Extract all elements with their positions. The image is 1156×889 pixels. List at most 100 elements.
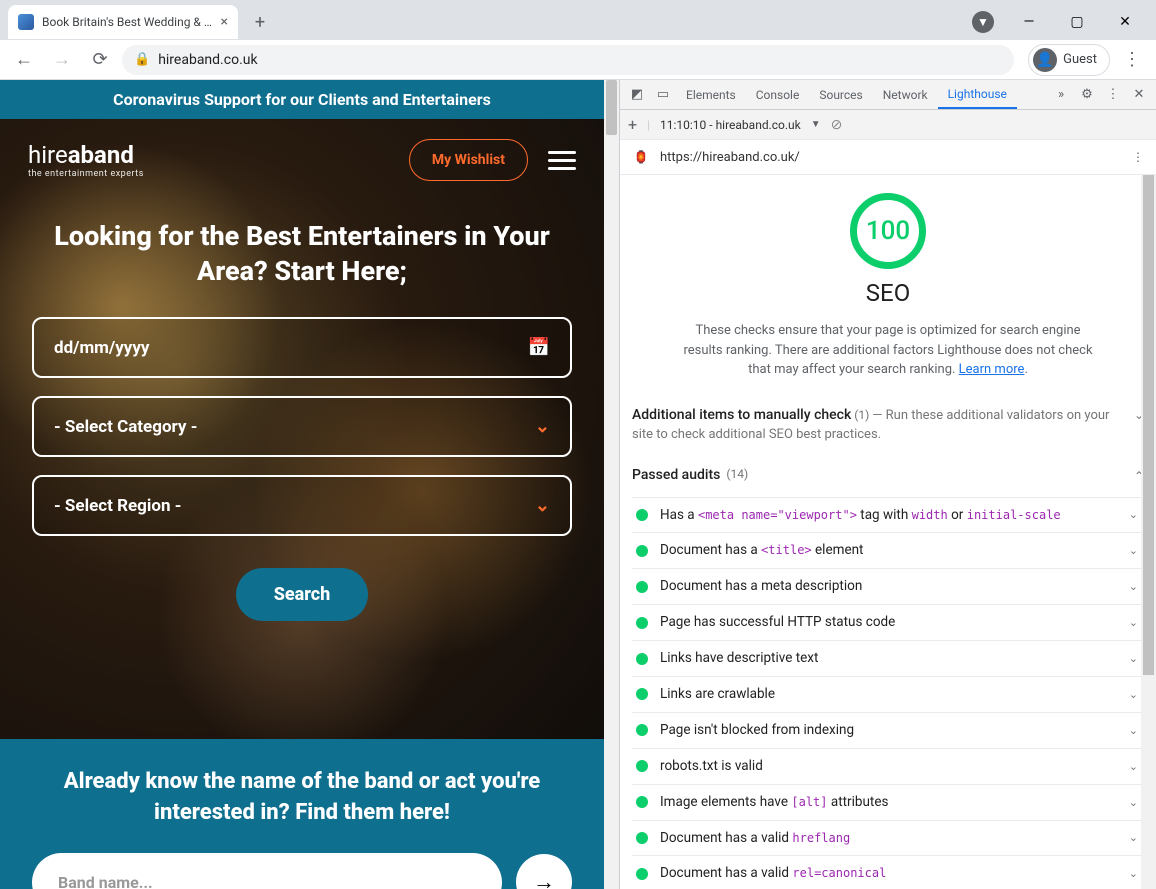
pass-dot-icon [636, 545, 648, 557]
score-category: SEO [632, 279, 1144, 307]
tab-network[interactable]: Network [873, 82, 938, 108]
chevron-down-icon: ⌄ [1129, 796, 1138, 809]
pass-dot-icon [636, 832, 648, 844]
learn-more-link[interactable]: Learn more [959, 362, 1025, 377]
devtools-scrollbar[interactable] [1141, 175, 1156, 889]
audit-item[interactable]: Links are crawlable ⌄ [632, 677, 1144, 713]
new-report-button[interactable]: + [628, 115, 637, 134]
chevron-down-icon[interactable]: ▼ [811, 119, 821, 130]
logo-text-2: aband [68, 141, 134, 169]
audit-text: Document has a valid rel=canonical [660, 864, 1117, 883]
tab-console[interactable]: Console [746, 82, 810, 108]
gear-icon[interactable]: ⚙ [1074, 87, 1100, 102]
audit-item[interactable]: Links have descriptive text ⌄ [632, 641, 1144, 677]
report-name[interactable]: 11:10:10 - hireaband.co.uk [660, 118, 801, 132]
chevron-down-icon: ⌄ [1129, 831, 1138, 844]
audit-item[interactable]: Page isn't blocked from indexing⌄ [632, 713, 1144, 749]
device-toggle-icon[interactable]: ▭ [650, 87, 676, 102]
browser-tab[interactable]: Book Britain's Best Wedding & P... × [8, 5, 238, 39]
audit-item[interactable]: Has a <meta name="viewport"> tag with wi… [632, 498, 1144, 534]
category-placeholder: - Select Category - [54, 417, 197, 437]
audit-text: Links are crawlable [660, 685, 1117, 704]
chevron-down-icon: ⌄ [1129, 688, 1138, 701]
devtools-close-icon[interactable]: ✕ [1126, 87, 1152, 102]
chevron-down-icon: ⌄ [1129, 760, 1138, 773]
chevron-down-icon: ⌄ [1129, 508, 1138, 521]
audit-text: Document has a <title> element [660, 541, 1117, 560]
scrollbar-thumb[interactable] [606, 80, 617, 135]
audit-item[interactable]: Document has a valid rel=canonical ⌄ [632, 856, 1144, 889]
chevron-down-icon: ⌄ [535, 495, 550, 516]
covid-banner[interactable]: Coronavirus Support for our Clients and … [0, 80, 604, 119]
passed-audits-toggle[interactable]: Passed audits (14) ⌃ [632, 463, 1144, 487]
address-bar[interactable]: 🔒 hireaband.co.uk [122, 45, 1014, 75]
find-submit-button[interactable]: → [516, 854, 572, 889]
clear-icon[interactable]: ⊘ [831, 117, 843, 133]
tab-elements[interactable]: Elements [676, 82, 746, 108]
audit-item[interactable]: Document has a <title> element⌄ [632, 533, 1144, 569]
lighthouse-icon: 🏮 [632, 148, 650, 166]
audit-item[interactable]: Page has successful HTTP status code ⌄ [632, 605, 1144, 641]
forward-button[interactable]: → [46, 44, 78, 76]
devtools-menu-icon[interactable]: ⋮ [1100, 87, 1126, 102]
favicon [18, 14, 34, 30]
new-tab-button[interactable]: + [246, 8, 274, 36]
back-button[interactable]: ← [8, 44, 40, 76]
audit-item[interactable]: robots.txt is valid ⌄ [632, 749, 1144, 785]
minimize-button[interactable]: — [1006, 6, 1052, 38]
seo-score-gauge[interactable]: 100 [850, 193, 926, 269]
chevron-down-icon: ⌄ [1129, 580, 1138, 593]
chevron-down-icon: ⌄ [1129, 616, 1138, 629]
chevron-down-icon: ⌄ [1129, 867, 1138, 880]
close-window-button[interactable]: ✕ [1102, 6, 1148, 38]
report-menu-icon[interactable]: ⋮ [1132, 150, 1144, 164]
pass-dot-icon [636, 509, 648, 521]
chevron-down-icon: ⌄ [535, 416, 550, 437]
date-input[interactable]: dd/mm/yyyy 📅 [32, 317, 572, 378]
search-button[interactable]: Search [236, 568, 369, 621]
audit-text: Page has successful HTTP status code [660, 613, 1117, 632]
pass-dot-icon [636, 868, 648, 880]
report-url: https://hireaband.co.uk/ [660, 150, 1122, 165]
inspect-icon[interactable]: ◩ [624, 87, 650, 102]
pass-dot-icon [636, 653, 648, 665]
pass-dot-icon [636, 796, 648, 808]
page-scrollbar[interactable] [604, 80, 619, 889]
audit-item[interactable]: Document has a meta description⌄ [632, 569, 1144, 605]
browser-menu-button[interactable]: ⋮ [1116, 44, 1148, 76]
tab-title: Book Britain's Best Wedding & P... [42, 15, 213, 29]
tab-sources[interactable]: Sources [809, 82, 872, 108]
score-value: 100 [866, 216, 910, 246]
tab-lighthouse[interactable]: Lighthouse [938, 81, 1017, 109]
pass-dot-icon [636, 760, 648, 772]
score-description: These checks ensure that your page is op… [683, 321, 1093, 380]
titlebar: Book Britain's Best Wedding & P... × + ▼… [0, 0, 1156, 40]
audit-text: robots.txt is valid [660, 757, 1117, 776]
scrollbar-thumb[interactable] [1143, 175, 1154, 675]
more-tabs-icon[interactable]: » [1048, 87, 1074, 102]
menu-icon[interactable] [548, 151, 576, 170]
audit-text: Document has a valid hreflang [660, 829, 1117, 848]
wishlist-button[interactable]: My Wishlist [409, 139, 528, 181]
audit-text: Has a <meta name="viewport"> tag with wi… [660, 506, 1117, 525]
region-select[interactable]: - Select Region - ⌄ [32, 475, 572, 536]
category-select[interactable]: - Select Category - ⌄ [32, 396, 572, 457]
date-placeholder: dd/mm/yyyy [54, 338, 149, 358]
guest-profile-button[interactable]: 👤 Guest [1028, 44, 1110, 76]
logo-text-1: hire [28, 141, 68, 169]
audit-text: Links have descriptive text [660, 649, 1117, 668]
maximize-button[interactable]: ▢ [1054, 6, 1100, 38]
reload-button[interactable]: ⟳ [84, 44, 116, 76]
logo-tagline: the entertainment experts [28, 169, 144, 179]
audit-item[interactable]: Document has a valid hreflang ⌄ [632, 821, 1144, 857]
audit-text: Page isn't blocked from indexing [660, 721, 1117, 740]
chevron-down-icon: ⌄ [1129, 652, 1138, 665]
close-icon[interactable]: × [221, 14, 228, 30]
audit-text: Image elements have [alt] attributes [660, 793, 1117, 812]
audit-item[interactable]: Image elements have [alt] attributes ⌄ [632, 785, 1144, 821]
website-viewport: Coronavirus Support for our Clients and … [0, 80, 604, 889]
logo[interactable]: hireaband the entertainment experts [28, 141, 144, 179]
profile-indicator-icon[interactable]: ▼ [972, 11, 994, 33]
manual-checks-toggle[interactable]: Additional items to manually check (1) —… [632, 402, 1144, 449]
band-name-input[interactable] [32, 853, 502, 889]
